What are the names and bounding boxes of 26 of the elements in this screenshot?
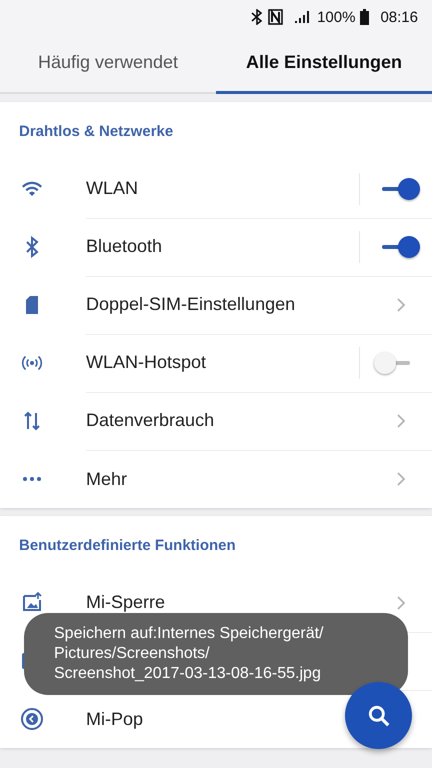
setting-label[interactable]: Mi-Pop <box>86 708 144 730</box>
more-icon <box>20 476 44 482</box>
chevron-icon <box>396 296 406 312</box>
section-title: Benutzerdefinierte Funktionen <box>19 536 236 554</box>
tab[interactable]: Häufig verwendet <box>0 34 216 94</box>
setting-label[interactable]: WLAN-Hotspot <box>86 352 206 373</box>
nfc-icon <box>268 9 284 25</box>
clock: 08:16 <box>380 8 418 26</box>
setting-label[interactable]: Mehr <box>86 468 128 490</box>
setting-label[interactable]: Bluetooth <box>86 236 162 257</box>
chevron-icon <box>396 412 406 428</box>
bluetooth-icon <box>251 9 264 25</box>
setting-label[interactable]: WLAN <box>86 178 138 199</box>
section-title: Drahtlos & Netzwerke <box>19 122 174 140</box>
toast-text: Screenshot_2017-03-13-08-16-55.jpg <box>54 664 321 684</box>
toast-text: Speichern auf:Internes Speichergerät/ <box>54 624 324 644</box>
tab[interactable]: Alle Einstellungen <box>216 34 432 94</box>
chevron-icon <box>396 471 406 487</box>
battery-icon <box>360 9 370 25</box>
setting-label[interactable]: Datenverbrauch <box>86 410 214 431</box>
setting-label[interactable]: Mi-Sperre <box>86 592 166 613</box>
setting-label[interactable]: Doppel-SIM-Einstellungen <box>86 294 296 315</box>
battery-percentage: 100% <box>317 8 356 26</box>
toast-text: Pictures/Screenshots/ <box>54 644 210 664</box>
chevron-icon <box>396 594 406 610</box>
circle-button-icon <box>20 707 44 731</box>
